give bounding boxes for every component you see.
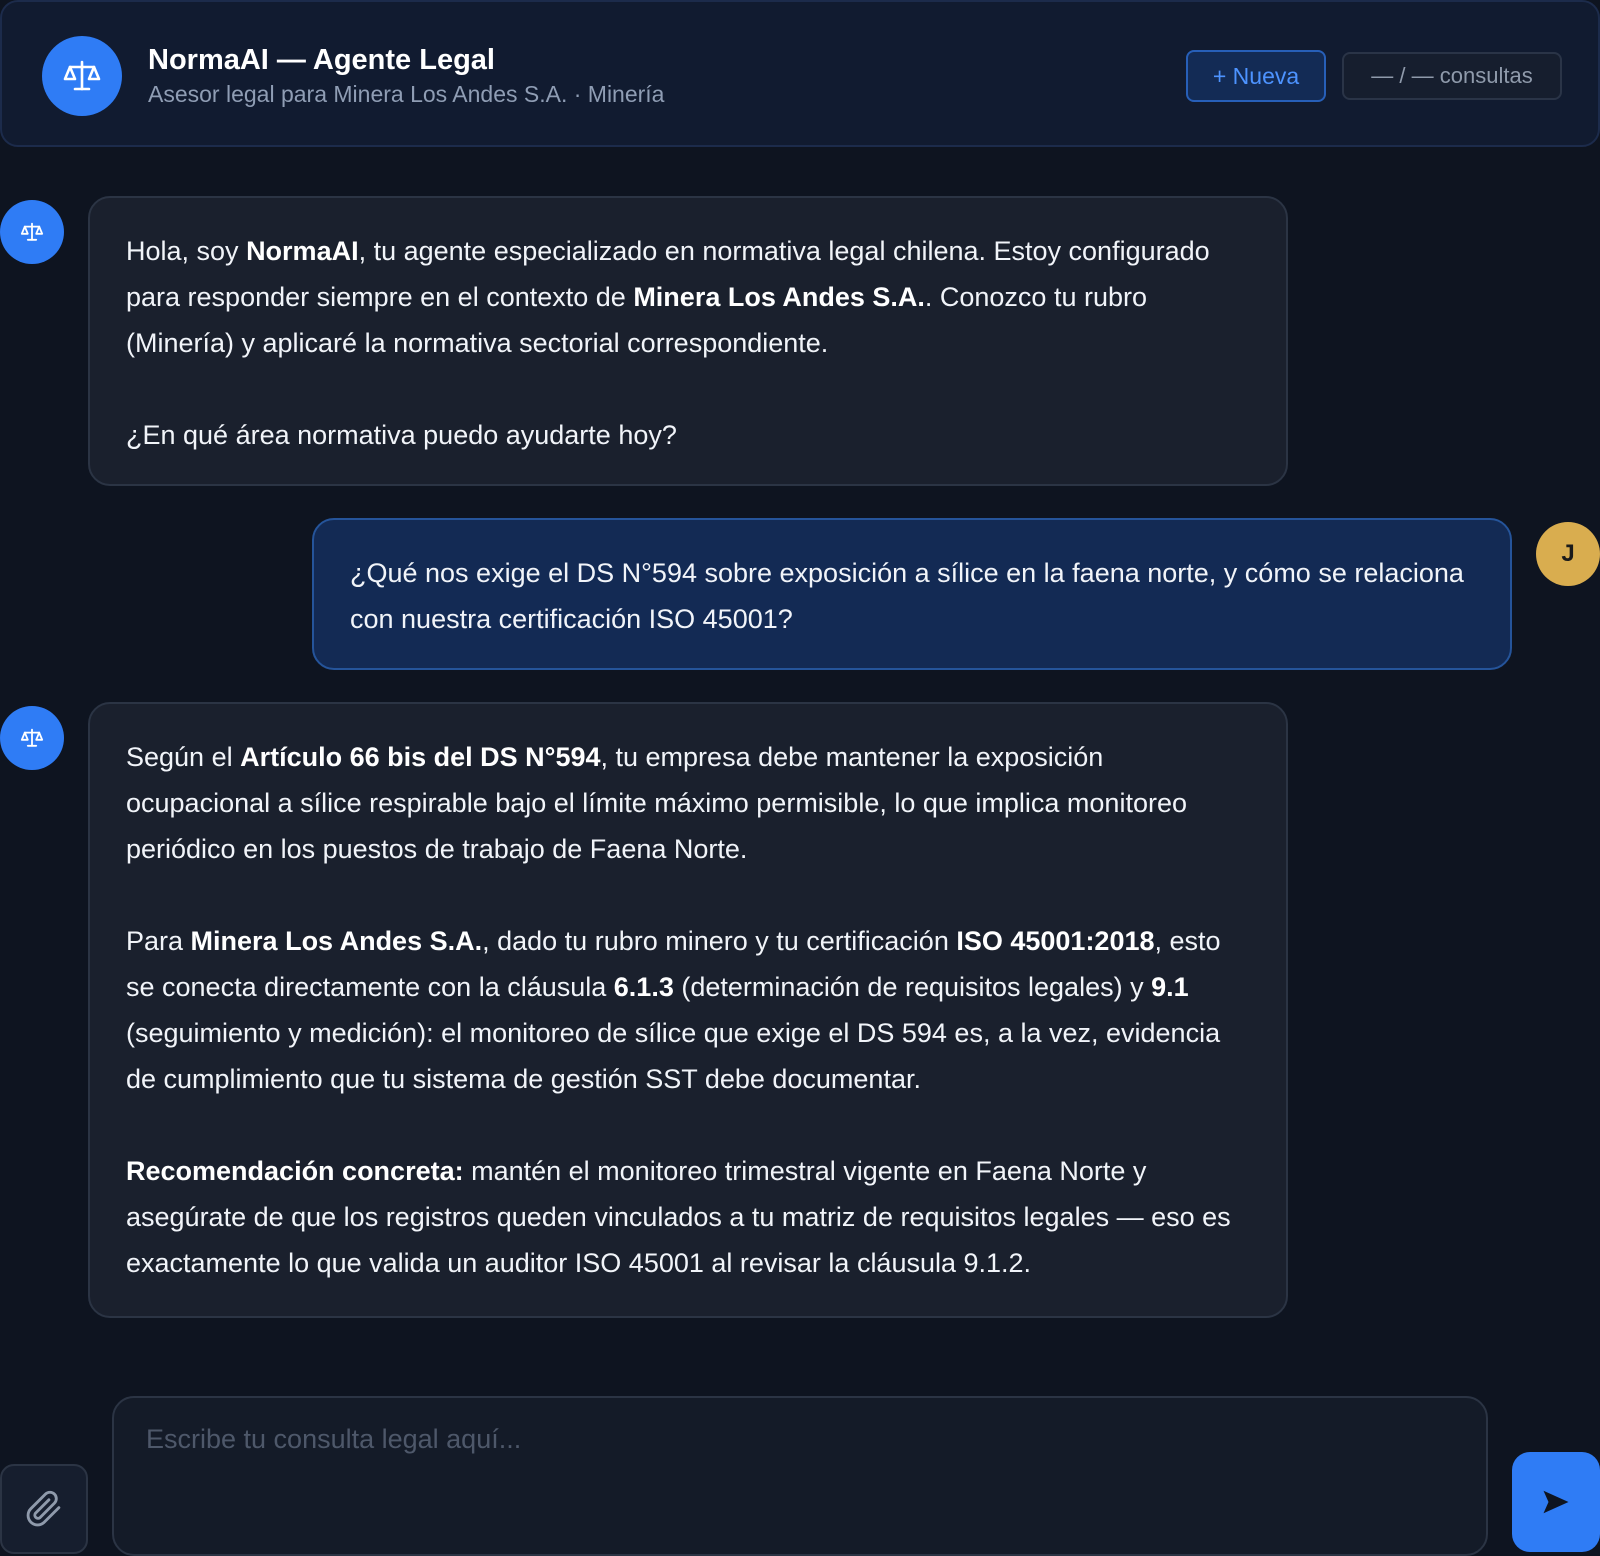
bot-message: Según el Artículo 66 bis del DS N°594, t… — [88, 702, 1288, 1318]
scales-icon — [20, 222, 44, 241]
attach-button[interactable] — [0, 1464, 88, 1554]
app-title: NormaAI — Agente Legal — [148, 44, 495, 76]
send-icon — [1543, 1490, 1569, 1514]
message-paragraph: ¿Qué nos exige el DS N°594 sobre exposic… — [350, 558, 1464, 634]
user-avatar: J — [1536, 522, 1600, 586]
app-subtitle: Asesor legal para Minera Los Andes S.A. … — [148, 81, 665, 107]
message-paragraph: Recomendación concreta: mantén el monito… — [126, 1156, 1231, 1278]
message-composer — [112, 1396, 1488, 1556]
bot-avatar — [0, 200, 64, 264]
message-paragraph: Para Minera Los Andes S.A., dado tu rubr… — [126, 926, 1221, 1094]
new-chat-button[interactable]: + Nueva — [1186, 50, 1326, 102]
message-paragraph: Hola, soy NormaAI, tu agente especializa… — [126, 236, 1210, 358]
scales-icon — [20, 728, 44, 747]
paperclip-icon — [26, 1490, 61, 1527]
user-message: ¿Qué nos exige el DS N°594 sobre exposic… — [312, 518, 1512, 670]
scales-icon — [42, 36, 122, 116]
app-header: NormaAI — Agente Legal Asesor legal para… — [0, 0, 1600, 147]
bot-avatar — [0, 706, 64, 770]
bot-message: Hola, soy NormaAI, tu agente especializa… — [88, 196, 1288, 486]
message-paragraph: Según el Artículo 66 bis del DS N°594, t… — [126, 742, 1187, 864]
message-input[interactable] — [146, 1424, 1446, 1524]
message-paragraph: ¿En qué área normativa puedo ayudarte ho… — [126, 420, 677, 450]
query-count-button[interactable]: — / — consultas — [1342, 52, 1562, 100]
send-button[interactable] — [1512, 1452, 1600, 1552]
